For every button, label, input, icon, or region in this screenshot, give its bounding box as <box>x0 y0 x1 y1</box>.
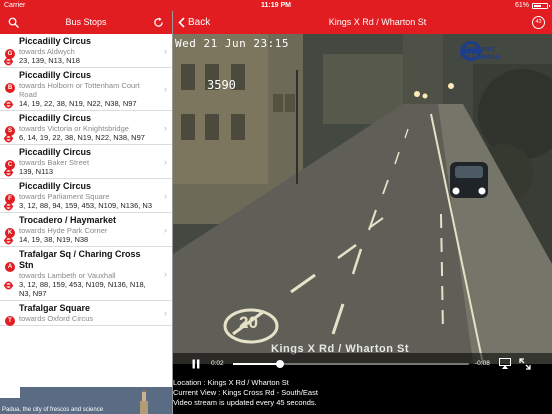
chevron-right-icon: › <box>164 122 167 133</box>
chevron-right-icon: › <box>164 45 167 56</box>
bus-roundel-icon <box>4 57 13 66</box>
road-marking: 20 <box>239 313 258 332</box>
stop-direction: towards Oxford Circus <box>19 314 94 323</box>
search-icon[interactable] <box>8 17 19 28</box>
camera-current-view: Current View : Kings Cross Rd - South/Ea… <box>173 388 318 397</box>
stop-direction: towards Hyde Park Corner <box>19 226 108 235</box>
scrubber-progress <box>233 363 281 365</box>
bus-stop-row[interactable]: C Piccadilly Circus towards Baker Street 13… <box>0 145 172 179</box>
bus-stop-list: G Piccadilly Circus towards Aldwych 23, 139… <box>0 34 172 387</box>
camera-update-note: Video stream is updated every 45 seconds… <box>173 398 317 407</box>
chevron-right-icon: › <box>164 268 167 279</box>
camera-header: Back Kings X Rd / Wharton St 43 <box>173 11 552 34</box>
time-remaining: -0:08 <box>475 360 490 367</box>
video-controls: 0:02 -0:08 <box>173 353 552 375</box>
chevron-right-icon: › <box>164 84 167 94</box>
stop-name: Piccadilly Circus <box>19 113 92 123</box>
stop-direction: towards Aldwych <box>19 47 75 56</box>
stop-routes: 3, 12, 88, 94, 159, 453, N109, N136, N3 <box>19 201 153 210</box>
bus-stop-row[interactable]: F Piccadilly Circus towards Parliament Squ… <box>0 179 172 213</box>
back-button[interactable]: Back <box>178 11 210 34</box>
stop-routes: 23, 139, N13, N18 <box>19 56 80 65</box>
stop-name: Piccadilly Circus <box>19 147 92 157</box>
camera-title: Kings X Rd / Wharton St <box>328 17 427 27</box>
stop-routes: 14, 19, 22, 38, N19, N22, N38, N97 <box>19 99 137 108</box>
bus-roundel-icon <box>4 236 13 245</box>
camera-badge[interactable]: 43 <box>532 16 545 29</box>
ad-image <box>140 389 148 414</box>
bus-roundel-icon <box>4 100 13 109</box>
stop-name: Piccadilly Circus <box>19 70 92 80</box>
stop-letter-badge: A <box>5 262 15 272</box>
stop-name: Piccadilly Circus <box>19 181 92 191</box>
status-bar: Carrier 11:19 PM 61% <box>0 0 552 11</box>
battery-percent: 61% <box>514 2 529 9</box>
stop-routes: 3, 12, 88, 159, 453, N109, N136, N18, N3… <box>19 280 146 298</box>
stop-direction: towards Baker Street <box>19 158 90 167</box>
bus-roundel-icon <box>4 168 13 177</box>
battery-icon <box>532 2 550 9</box>
camera-info: Location : Kings X Rd / Wharton St Curre… <box>173 375 552 408</box>
bus-stop-row[interactable]: K Trocadero / Haymarket towards Hyde Park … <box>0 213 172 247</box>
battery-fill <box>534 4 541 7</box>
bus-stops-header: Bus Stops <box>0 11 172 34</box>
stop-name: Trafalgar Square <box>19 303 91 313</box>
chevron-right-icon: › <box>164 190 167 201</box>
bus-stops-title: Bus Stops <box>65 17 107 27</box>
bus-stop-row[interactable]: S Piccadilly Circus towards Victoria or Kn… <box>0 111 172 145</box>
stop-letter-badge: B <box>5 83 15 93</box>
fullscreen-icon[interactable] <box>519 358 531 370</box>
stop-name: Piccadilly Circus <box>19 36 92 46</box>
bus-roundel-icon <box>4 281 13 290</box>
stop-routes: 14, 19, 38, N19, N38 <box>19 235 89 244</box>
video-scrubber[interactable] <box>233 360 469 368</box>
bus-roundel-icon <box>4 202 13 211</box>
tfl-logo: Transport for London <box>460 40 544 66</box>
refresh-icon[interactable] <box>153 17 164 28</box>
bus-stop-row[interactable]: T Trafalgar Square towards Oxford Circus › <box>0 301 172 326</box>
clock: 11:19 PM <box>261 2 291 9</box>
stop-routes: 6, 14, 19, 22, 38, N19, N22, N38, N97 <box>19 133 145 142</box>
stop-direction: towards Lambeth or Vauxhall <box>19 271 116 280</box>
chevron-right-icon: › <box>164 308 167 318</box>
time-elapsed: 0:02 <box>211 360 224 367</box>
scrubber-thumb[interactable] <box>276 360 285 368</box>
bus-stop-row[interactable]: B Piccadilly Circus towards Holborn or Tot… <box>0 68 172 111</box>
camera-location: Location : Kings X Rd / Wharton St <box>173 378 289 387</box>
ad-logo <box>0 387 20 398</box>
bus-stop-row[interactable]: G Piccadilly Circus towards Aldwych 23, 139… <box>0 34 172 68</box>
stop-direction: towards Victoria or Knightsbridge <box>19 124 129 133</box>
airplay-icon[interactable] <box>499 358 511 369</box>
pause-icon[interactable] <box>191 359 201 369</box>
ad-text: Padua, the city of frescos and science <box>2 407 104 413</box>
camera-number: 3590 <box>207 78 236 92</box>
chevron-right-icon: › <box>164 224 167 235</box>
stop-direction: towards Parliament Square <box>19 192 110 201</box>
stop-name: Trocadero / Haymarket <box>19 215 117 225</box>
ad-banner[interactable]: Padua, the city of frescos and science <box>0 387 172 414</box>
chevron-right-icon: › <box>164 156 167 167</box>
stop-routes: 139, N113 <box>19 167 54 176</box>
tfl-roundel-icon <box>460 41 482 61</box>
stop-direction: towards Holborn or Tottenham Court Road <box>19 81 140 99</box>
camera-pane: Back Kings X Rd / Wharton St 43 Wed 21 J… <box>173 11 552 414</box>
chevron-left-icon <box>178 17 185 28</box>
camera-video[interactable]: Wed 21 Jun 23:15 3590 Transport for Lond… <box>173 34 552 364</box>
camera-timestamp: Wed 21 Jun 23:15 <box>175 37 289 50</box>
stop-letter-badge: T <box>5 316 15 326</box>
bus-roundel-icon <box>4 134 13 143</box>
battery-indicator: 61% <box>514 0 550 11</box>
bus-stop-row[interactable]: A Trafalgar Sq / Charing Cross Stn towards… <box>0 247 172 301</box>
bus-stops-pane: Bus Stops G Piccadilly Circus towards Aldw… <box>0 11 172 414</box>
back-label: Back <box>188 17 211 28</box>
stop-name: Trafalgar Sq / Charing Cross Stn <box>19 249 141 270</box>
